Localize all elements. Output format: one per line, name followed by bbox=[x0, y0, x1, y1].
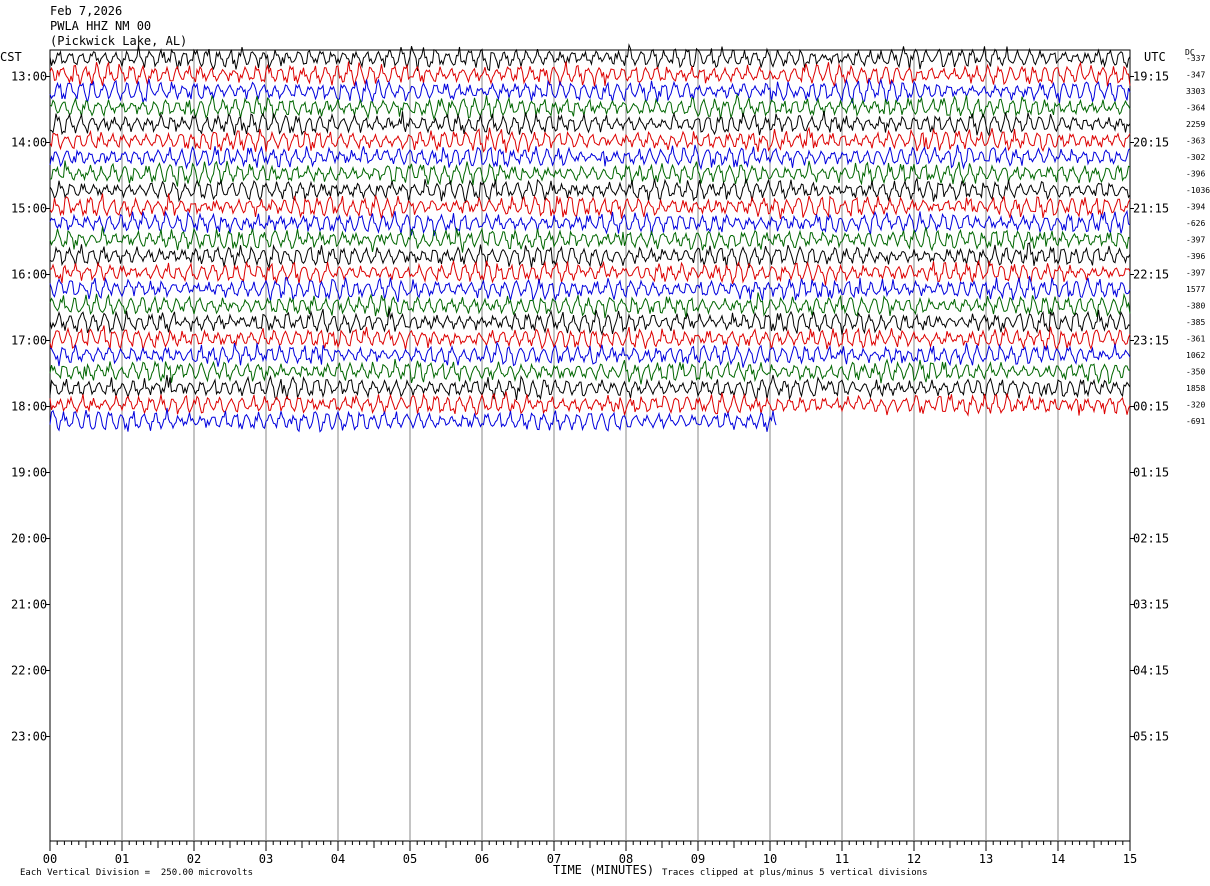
dc-offset-label: 1858 bbox=[1186, 384, 1205, 393]
seismic-trace bbox=[49, 391, 1131, 417]
dc-offset-label: -394 bbox=[1186, 203, 1205, 212]
right-hour-label: 03:15 bbox=[1133, 598, 1169, 612]
left-hour-label: 22:00 bbox=[11, 664, 47, 678]
right-hour-label: 20:15 bbox=[1133, 136, 1169, 150]
dc-offset-label: -396 bbox=[1186, 170, 1205, 179]
left-hour-label: 16:00 bbox=[11, 268, 47, 282]
x-tick-label: 03 bbox=[259, 852, 273, 866]
seismic-trace bbox=[49, 209, 1131, 237]
dc-offset-label: -350 bbox=[1186, 368, 1205, 377]
dc-offset-label: 1062 bbox=[1186, 351, 1205, 360]
dc-offset-label: -397 bbox=[1186, 236, 1205, 245]
right-hour-label: 01:15 bbox=[1133, 466, 1169, 480]
seismic-trace bbox=[49, 292, 1131, 319]
seismic-trace bbox=[49, 160, 1131, 188]
x-tick-label: 00 bbox=[43, 852, 57, 866]
seismic-trace bbox=[49, 226, 1131, 253]
x-tick-label: 15 bbox=[1123, 852, 1137, 866]
right-hour-label: 05:15 bbox=[1133, 730, 1169, 744]
right-hour-label: 00:15 bbox=[1133, 400, 1169, 414]
right-hour-label: 22:15 bbox=[1133, 268, 1169, 282]
dc-offset-label: -347 bbox=[1186, 71, 1205, 80]
left-hour-label: 23:00 bbox=[11, 730, 47, 744]
x-tick-label: 01 bbox=[115, 852, 129, 866]
dc-offset-label: 1577 bbox=[1186, 285, 1205, 294]
dc-offset-label: -361 bbox=[1186, 335, 1205, 344]
dc-offset-label: -320 bbox=[1186, 401, 1205, 410]
seismic-trace bbox=[49, 340, 1131, 368]
dc-offset-label: -337 bbox=[1186, 54, 1205, 63]
scale-note: Each Vertical Division = 250.00 microvol… bbox=[20, 868, 253, 878]
dc-offset-label: -691 bbox=[1186, 417, 1205, 426]
left-hour-label: 21:00 bbox=[11, 598, 47, 612]
left-hour-label: 18:00 bbox=[11, 400, 47, 414]
left-hour-label: 13:00 bbox=[11, 70, 47, 84]
x-tick-label: 02 bbox=[187, 852, 201, 866]
dc-offset-label: -626 bbox=[1186, 219, 1205, 228]
dc-offset-label: -302 bbox=[1186, 153, 1205, 162]
dc-offset-label: -363 bbox=[1186, 137, 1205, 146]
x-tick-label: 10 bbox=[763, 852, 777, 866]
seismic-trace bbox=[49, 308, 1131, 336]
seismic-trace bbox=[49, 43, 1131, 72]
x-tick-label: 12 bbox=[907, 852, 921, 866]
seismic-trace bbox=[49, 176, 1131, 204]
left-hour-label: 17:00 bbox=[11, 334, 47, 348]
x-axis-title: TIME (MINUTES) bbox=[553, 863, 655, 877]
plot-frame bbox=[49, 49, 1131, 842]
seismic-trace bbox=[49, 374, 1131, 402]
x-tick-label: 04 bbox=[331, 852, 345, 866]
right-hour-label: 21:15 bbox=[1133, 202, 1169, 216]
dc-offset-label: -364 bbox=[1186, 104, 1205, 113]
right-hour-label: 02:15 bbox=[1133, 532, 1169, 546]
x-tick-label: 06 bbox=[475, 852, 489, 866]
dc-offset-label: -396 bbox=[1186, 252, 1205, 261]
left-hour-label: 14:00 bbox=[11, 136, 47, 150]
helicorder-chart: 00 01 02 03 04 05 06 07 08 09 10 11 12 13 14 1513:0014:… bbox=[11, 43, 1210, 866]
seismic-trace bbox=[49, 407, 777, 433]
left-hour-label: 20:00 bbox=[11, 532, 47, 546]
left-hour-label: 19:00 bbox=[11, 466, 47, 480]
x-tick-label: 05 bbox=[403, 852, 417, 866]
clip-note: Traces clipped at plus/minus 5 vertical … bbox=[662, 868, 928, 878]
dc-offset-label: -397 bbox=[1186, 269, 1205, 278]
left-hour-label: 15:00 bbox=[11, 202, 47, 216]
seismic-trace bbox=[49, 144, 1131, 171]
x-tick-label: 11 bbox=[835, 852, 849, 866]
dc-offset-label: 3303 bbox=[1186, 87, 1205, 96]
right-hour-label: 19:15 bbox=[1133, 70, 1169, 84]
dc-offset-label: -385 bbox=[1186, 318, 1205, 327]
x-tick-label: 09 bbox=[691, 852, 705, 866]
seismic-trace bbox=[49, 275, 1131, 303]
x-tick-label: 13 bbox=[979, 852, 993, 866]
dc-offset-label: -380 bbox=[1186, 302, 1205, 311]
x-tick-label: 14 bbox=[1051, 852, 1065, 866]
dc-offset-label: 2259 bbox=[1186, 120, 1205, 129]
dc-offset-label: -1036 bbox=[1186, 186, 1210, 195]
right-hour-label: 04:15 bbox=[1133, 664, 1169, 678]
seismic-trace bbox=[49, 110, 1131, 137]
right-hour-label: 23:15 bbox=[1133, 334, 1169, 348]
